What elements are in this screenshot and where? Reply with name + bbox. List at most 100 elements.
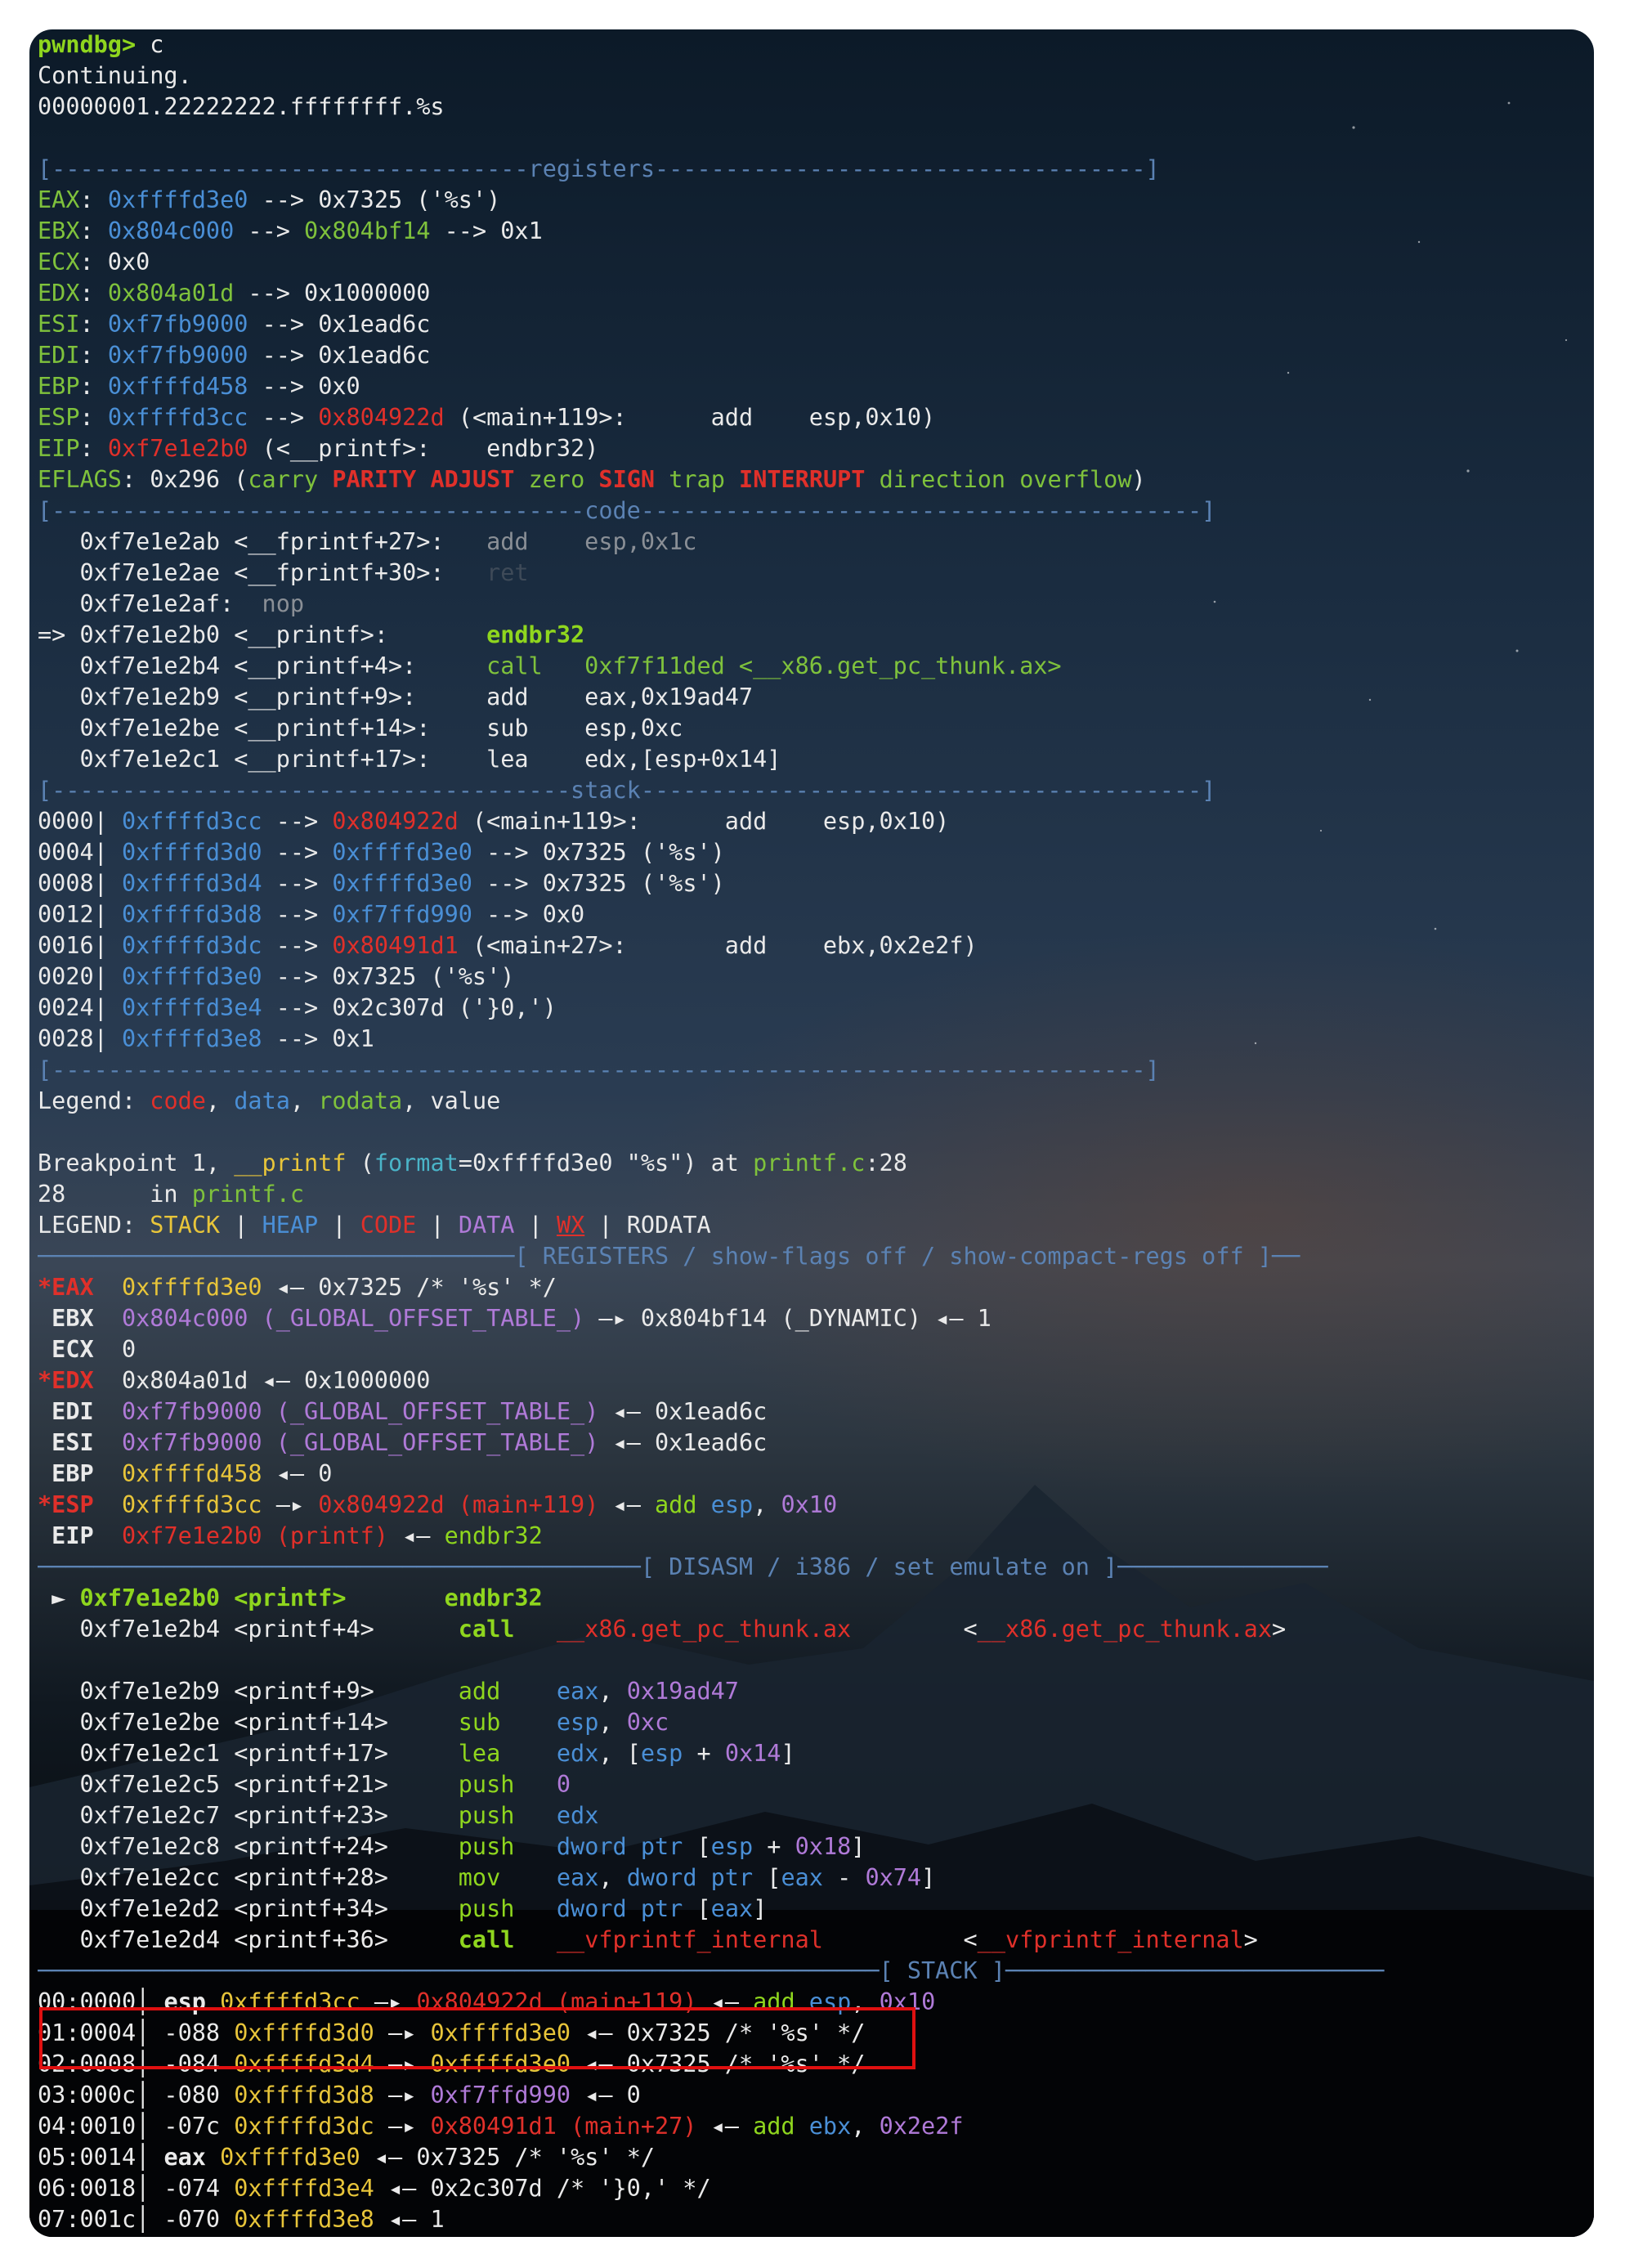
terminal-text: 0xf7e1e2b0	[107, 435, 248, 462]
terminal-text: |	[416, 1212, 459, 1239]
terminal-text: 0xf7e1e2c8 <printf+24>	[38, 1833, 459, 1860]
terminal-text: push	[458, 1895, 515, 1922]
terminal-text: 0x804922d	[318, 404, 445, 431]
terminal-text: --> 0x1	[430, 217, 543, 244]
terminal-text: ◂—	[598, 1491, 656, 1518]
terminal-text: dword ptr	[556, 1833, 683, 1860]
terminal-text: 03:000c│ -080	[38, 2082, 235, 2109]
terminal-text: printf.c	[753, 1150, 866, 1177]
terminal-line: EIP: 0xf7e1e2b0 (<__printf>: endbr32)	[38, 433, 1582, 464]
terminal-text: -->	[234, 217, 305, 244]
terminal-text: ◂— 0x1ead6c	[598, 1398, 768, 1425]
terminal-text: :	[79, 186, 108, 213]
terminal-line: ──────────────────────────────────[ REGI…	[38, 1241, 1582, 1272]
terminal-text: 0xf7e1e2d2 <printf+34>	[38, 1895, 459, 1922]
terminal-text: -->	[262, 839, 333, 866]
terminal-text: ◂— 0x7325 /* '%s' */	[262, 1274, 557, 1301]
terminal-line: Legend: code, data, rodata, value	[38, 1086, 1582, 1117]
terminal-text: trap	[669, 466, 725, 493]
terminal-text: Legend:	[38, 1087, 150, 1114]
terminal-text: (	[346, 1150, 374, 1177]
terminal-text: printf.c	[191, 1181, 305, 1208]
terminal-text: ◂— 0x2c307d /* '}0,' */	[374, 2175, 711, 2202]
terminal-text: push	[458, 1771, 515, 1798]
terminal-text: edx	[556, 1740, 599, 1767]
terminal-window[interactable]: pwndbg> c Continuing. 00000001.22222222.ff…	[29, 29, 1594, 2237]
terminal-text: --> 0x1	[262, 1025, 374, 1052]
terminal-text: __vfprintf_internal	[556, 1926, 823, 1953]
terminal-text: |	[220, 1212, 262, 1239]
terminal-line: 07:001c│ -070 0xffffd3e8 ◂— 1	[38, 2204, 1582, 2235]
terminal-text: 0xf7ffd990	[332, 901, 472, 928]
terminal-text: ◂— 0	[262, 1460, 333, 1487]
terminal-text: ]	[921, 1864, 936, 1891]
terminal-text: EFLAGS	[38, 466, 122, 493]
terminal-line: EDX: 0x804a01d --> 0x1000000	[38, 278, 1582, 309]
terminal-text: 0x804bf14	[304, 217, 431, 244]
terminal-output: pwndbg> c Continuing. 00000001.22222222.ff…	[38, 29, 1582, 2235]
terminal-line: EBX 0x804c000 (_GLOBAL_OFFSET_TABLE_) —▸…	[38, 1303, 1582, 1334]
terminal-text: -	[822, 1864, 866, 1891]
terminal-text: +	[683, 1740, 725, 1767]
terminal-line: ESP: 0xffffd3cc --> 0x804922d (<main+119…	[38, 402, 1582, 433]
terminal-text: EBX	[38, 1305, 94, 1332]
terminal-text: 0xffffd3cc	[121, 1491, 262, 1518]
terminal-line: 03:000c│ -080 0xffffd3d8 —▸ 0xf7ffd990 ◂…	[38, 2080, 1582, 2111]
terminal-text: 0xffffd3d8	[234, 2082, 374, 2109]
terminal-line: EDI 0xf7fb9000 (_GLOBAL_OFFSET_TABLE_) ◂…	[38, 1396, 1582, 1428]
terminal-text: esp	[556, 1709, 599, 1736]
terminal-text: ECX	[38, 249, 80, 276]
terminal-text: 0xf7e1e2b9 <printf+9>	[38, 1678, 459, 1705]
terminal-text: ────────────────────────────────────────…	[38, 1957, 880, 1984]
terminal-text: 07:001c│ -070	[38, 2206, 235, 2233]
terminal-text: 0xffffd3e0	[332, 839, 472, 866]
terminal-line: 05:0014│ eax 0xffffd3e0 ◂— 0x7325 /* '%s…	[38, 2142, 1582, 2173]
terminal-line: EAX: 0xffffd3e0 --> 0x7325 ('%s')	[38, 185, 1582, 216]
terminal-text: 0xf7e1e2c7 <printf+23>	[38, 1802, 459, 1829]
terminal-text: )	[1131, 466, 1146, 493]
terminal-text: 0xffffd3e8	[234, 2206, 374, 2233]
terminal-line: 0xf7e1e2d2 <printf+34> push dword ptr [e…	[38, 1894, 1582, 1925]
terminal-line: 0xf7e1e2cc <printf+28> mov eax, dword pt…	[38, 1862, 1582, 1894]
terminal-text: 0x14	[724, 1740, 781, 1767]
terminal-text: 0xffffd458	[107, 373, 248, 400]
terminal-text: :	[79, 280, 108, 307]
terminal-text: ◂—	[387, 1522, 445, 1549]
terminal-text: EBP	[38, 1460, 94, 1487]
terminal-text: :28	[865, 1150, 907, 1177]
terminal-text: SIGN	[598, 466, 656, 493]
terminal-text: eax	[781, 1864, 823, 1891]
terminal-line: 0xf7e1e2ae <__fprintf+30>: ret	[38, 558, 1582, 589]
terminal-text: -->	[248, 404, 319, 431]
terminal-text: 0xffffd3e0	[220, 2144, 360, 2171]
terminal-text: , [	[598, 1740, 641, 1767]
terminal-text: mov	[458, 1864, 501, 1891]
terminal-line: ESI: 0xf7fb9000 --> 0x1ead6c	[38, 309, 1582, 340]
terminal-text: | RODATA	[584, 1212, 711, 1239]
terminal-text: 0016|	[38, 932, 122, 959]
terminal-text: 0xf7e1e2be <printf+14>	[38, 1709, 459, 1736]
terminal-text: ───────────────────────────	[1005, 1957, 1385, 1984]
terminal-line: ECX 0	[38, 1334, 1582, 1365]
terminal-text: , value	[402, 1087, 501, 1114]
terminal-text: __x86.get_pc_thunk.ax	[977, 1616, 1272, 1643]
terminal-line: EBX: 0x804c000 --> 0x804bf14 --> 0x1	[38, 216, 1582, 247]
terminal-text: *EDX	[38, 1367, 94, 1394]
terminal-text: *ESP	[38, 1491, 94, 1518]
terminal-text: 0xc	[626, 1709, 669, 1736]
terminal-text: 0x18	[795, 1833, 852, 1860]
terminal-line: 0024| 0xffffd3e4 --> 0x2c307d ('}0,')	[38, 993, 1582, 1024]
terminal-text: ►	[38, 1584, 80, 1611]
terminal-text: 0x804922d (main+119)	[318, 1491, 599, 1518]
terminal-text: 0x804c000 (_GLOBAL_OFFSET_TABLE_)	[121, 1305, 585, 1332]
terminal-line: Continuing.	[38, 61, 1582, 92]
terminal-text: ----------------------------------------…	[640, 777, 1216, 804]
